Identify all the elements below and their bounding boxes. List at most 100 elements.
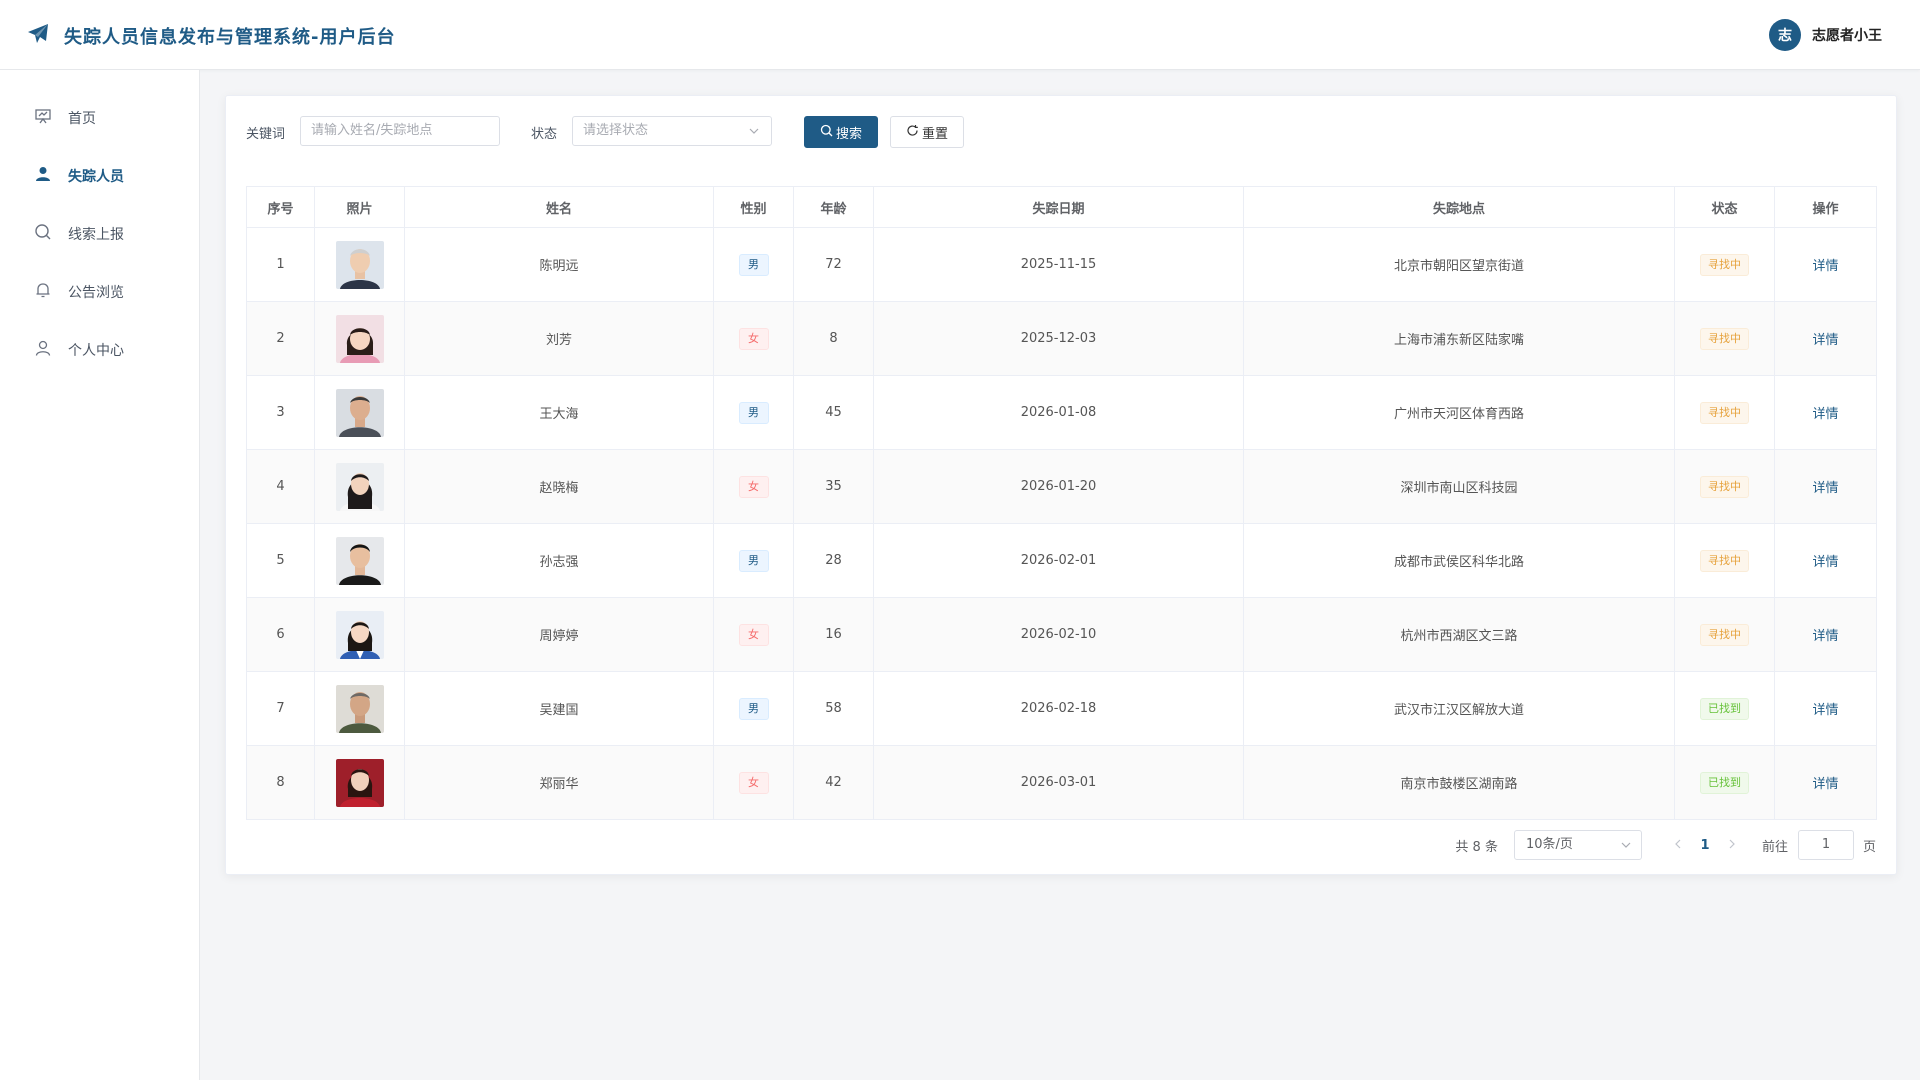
status-badge: 寻找中 — [1700, 475, 1749, 498]
details-link[interactable]: 详情 — [1812, 481, 1838, 496]
person-name: 孙志强 — [404, 523, 714, 598]
missing-date: 2026-01-08 — [873, 375, 1244, 450]
table-row: 2 刘芳 女 8 2025-12-03 上海市浦东新区陆家嘴 寻找中 详情 — [246, 301, 1877, 376]
missing-location: 南京市鼓楼区湖南路 — [1243, 745, 1675, 820]
keyword-input[interactable]: 请输入姓名/失踪地点 — [300, 116, 500, 146]
brand: 失踪人员信息发布与管理系统-用户后台 — [26, 22, 395, 50]
status-badge: 已找到 — [1700, 697, 1749, 720]
search-button[interactable]: 搜索 — [804, 116, 878, 148]
gender-tag: 男 — [738, 697, 769, 720]
table-row: 4 赵晓梅 女 35 2026-01-20 深圳市南山区科技园 寻找中 详情 — [246, 449, 1877, 524]
presentation-icon — [34, 107, 52, 129]
details-link[interactable]: 详情 — [1812, 407, 1838, 422]
status-badge: 寻找中 — [1700, 623, 1749, 646]
sidebar-item-home[interactable]: 首页 — [34, 107, 96, 129]
missing-location: 上海市浦东新区陆家嘴 — [1243, 301, 1675, 376]
sidebar-item-label: 首页 — [68, 111, 96, 127]
column-header: 序号 — [246, 186, 315, 228]
status-badge: 寻找中 — [1700, 401, 1749, 424]
page-number-current[interactable]: 1 — [1688, 838, 1722, 853]
sidebar-item-profile[interactable]: 个人中心 — [34, 339, 124, 361]
avatar[interactable]: 志 — [1769, 19, 1801, 51]
pagination: 共 8 条 10条/页 1 前往 1 页 — [1455, 830, 1876, 860]
details-link[interactable]: 详情 — [1812, 333, 1838, 348]
search-icon — [34, 223, 52, 245]
row-index: 2 — [246, 301, 315, 376]
person-name: 刘芳 — [404, 301, 714, 376]
details-link[interactable]: 详情 — [1812, 703, 1838, 718]
details-link[interactable]: 详情 — [1812, 555, 1838, 570]
person-photo — [335, 314, 384, 363]
table-row: 5 孙志强 男 28 2026-02-01 成都市武侯区科华北路 寻找中 详情 — [246, 523, 1877, 598]
missing-date: 2026-02-01 — [873, 523, 1244, 598]
search-button-label: 搜索 — [835, 126, 862, 142]
missing-location: 武汉市江汉区解放大道 — [1243, 671, 1675, 746]
person-age: 45 — [793, 375, 874, 450]
missing-location: 杭州市西湖区文三路 — [1243, 597, 1675, 672]
prev-page-button[interactable] — [1668, 830, 1688, 860]
person-age: 28 — [793, 523, 874, 598]
person-age: 8 — [793, 301, 874, 376]
gender-tag: 男 — [738, 549, 769, 572]
missing-persons-table: 序号 照片 姓名 性别 年龄 失踪日期 失踪地点 状态 操作 1 陈明远 男 7… — [246, 186, 1877, 820]
top-header: 失踪人员信息发布与管理系统-用户后台 志 志愿者小王 — [0, 0, 1920, 70]
goto-page-input[interactable]: 1 — [1797, 830, 1854, 860]
table-row: 8 郑丽华 女 42 2026-03-01 南京市鼓楼区湖南路 已找到 详情 — [246, 745, 1877, 820]
person-photo — [335, 684, 384, 733]
missing-location: 广州市天河区体育西路 — [1243, 375, 1675, 450]
status-badge: 寻找中 — [1700, 253, 1749, 276]
details-link[interactable]: 详情 — [1812, 629, 1838, 644]
column-header: 性别 — [713, 186, 794, 228]
missing-date: 2025-11-15 — [873, 227, 1244, 302]
details-link[interactable]: 详情 — [1812, 259, 1838, 274]
page-size-select[interactable]: 10条/页 — [1513, 830, 1642, 860]
next-page-button[interactable] — [1722, 830, 1742, 860]
row-index: 4 — [246, 449, 315, 524]
search-icon — [820, 124, 836, 141]
missing-date: 2026-02-10 — [873, 597, 1244, 672]
person-name: 赵晓梅 — [404, 449, 714, 524]
column-header: 操作 — [1774, 186, 1877, 228]
gender-tag: 女 — [738, 771, 769, 794]
column-header: 姓名 — [404, 186, 714, 228]
missing-date: 2026-02-18 — [873, 671, 1244, 746]
person-name: 周婷婷 — [404, 597, 714, 672]
user-menu[interactable]: 志 志愿者小王 — [1769, 19, 1882, 51]
user-outline-icon — [34, 339, 52, 361]
gender-tag: 男 — [738, 401, 769, 424]
page-suffix-label: 页 — [1862, 839, 1876, 855]
sidebar-item-missing-persons[interactable]: 失踪人员 — [34, 165, 124, 187]
user-icon — [34, 165, 52, 187]
row-index: 7 — [246, 671, 315, 746]
gender-tag: 男 — [738, 253, 769, 276]
column-header: 状态 — [1674, 186, 1775, 228]
person-photo — [335, 240, 384, 289]
app-title: 失踪人员信息发布与管理系统-用户后台 — [64, 27, 396, 48]
status-select-placeholder: 请选择状态 — [583, 123, 649, 138]
bell-icon — [34, 281, 52, 303]
status-select[interactable]: 请选择状态 — [572, 116, 772, 146]
sidebar-item-announcements[interactable]: 公告浏览 — [34, 281, 124, 303]
person-name: 郑丽华 — [404, 745, 714, 820]
person-photo — [335, 536, 384, 585]
person-photo — [335, 462, 384, 511]
reset-button[interactable]: 重置 — [890, 116, 964, 148]
person-name: 陈明远 — [404, 227, 714, 302]
user-name[interactable]: 志愿者小王 — [1812, 25, 1882, 45]
sidebar-item-label: 公告浏览 — [68, 285, 124, 301]
person-age: 16 — [793, 597, 874, 672]
column-header: 失踪日期 — [873, 186, 1244, 228]
status-badge: 寻找中 — [1700, 327, 1749, 350]
person-age: 42 — [793, 745, 874, 820]
missing-date: 2026-03-01 — [873, 745, 1244, 820]
sidebar-item-label: 线索上报 — [68, 227, 124, 243]
sidebar-item-clue-report[interactable]: 线索上报 — [34, 223, 124, 245]
details-link[interactable]: 详情 — [1812, 777, 1838, 792]
table-row: 3 王大海 男 45 2026-01-08 广州市天河区体育西路 寻找中 详情 — [246, 375, 1877, 450]
column-header: 照片 — [314, 186, 405, 228]
refresh-icon — [906, 124, 922, 141]
sidebar-item-label: 个人中心 — [68, 343, 124, 359]
paper-plane-icon — [26, 22, 50, 50]
main-card: 关键词 请输入姓名/失踪地点 状态 请选择状态 搜索 重置 序号 照片 姓名 性… — [225, 95, 1897, 875]
person-photo — [335, 758, 384, 807]
